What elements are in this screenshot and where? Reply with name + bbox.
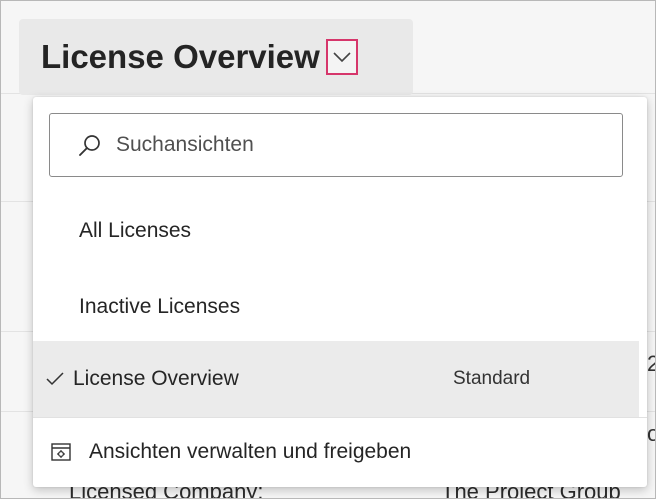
- view-dropdown-menu: All Licenses Inactive Licenses License O…: [33, 97, 647, 487]
- view-dropdown-toggle[interactable]: [325, 39, 358, 75]
- menu-divider: [33, 417, 647, 418]
- default-view-badge: Standard: [453, 368, 531, 389]
- view-item-license-overview[interactable]: License Overview Standard: [33, 341, 639, 417]
- view-item-label: Inactive Licenses: [79, 295, 241, 318]
- view-item-label: All Licenses: [79, 219, 192, 242]
- search-icon: [78, 133, 102, 157]
- background-fragment: 2: [647, 351, 655, 377]
- view-item-label: License Overview: [73, 367, 239, 390]
- search-field[interactable]: [49, 113, 623, 177]
- manage-views-label: Ansichten verwalten und freigeben: [89, 440, 412, 463]
- search-input[interactable]: [114, 132, 588, 158]
- manage-views-button[interactable]: Ansichten verwalten und freigeben: [33, 419, 647, 485]
- background-fragment: o: [647, 421, 655, 447]
- page-title: License Overview: [41, 38, 320, 75]
- window-frame: 2 o Licensed Company: The Project Group …: [0, 0, 656, 499]
- view-switcher-button[interactable]: License Overview: [19, 19, 413, 95]
- view-item-inactive-licenses[interactable]: Inactive Licenses: [33, 269, 647, 345]
- checkmark-icon: [45, 369, 65, 389]
- manage-views-icon: [49, 440, 73, 464]
- view-item-all-licenses[interactable]: All Licenses: [33, 193, 647, 269]
- chevron-down-icon: [333, 52, 351, 63]
